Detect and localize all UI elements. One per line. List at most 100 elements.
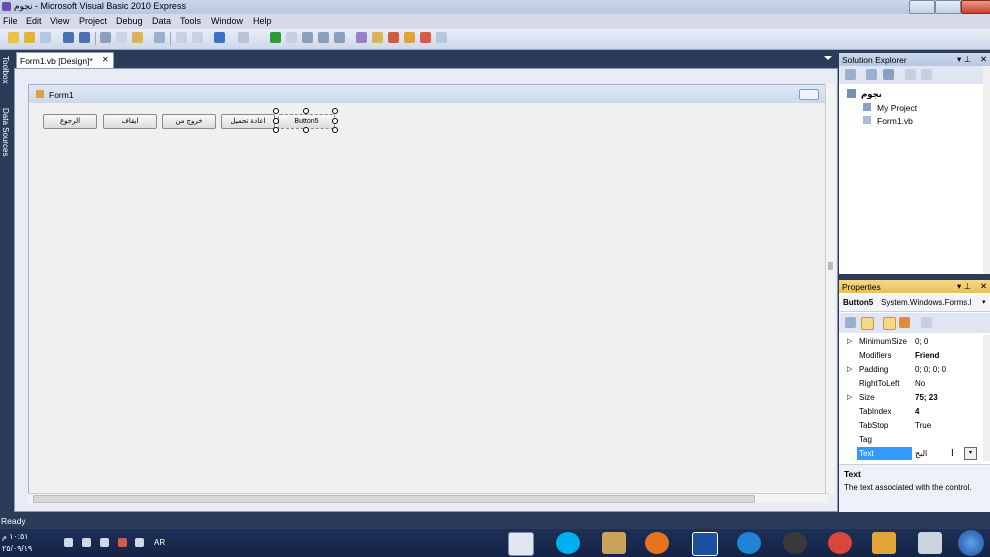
- property-row[interactable]: Modifiers Friend: [839, 349, 990, 363]
- expand-icon[interactable]: ▷: [847, 365, 852, 373]
- menu-file[interactable]: File: [3, 16, 18, 26]
- project-name[interactable]: نجوم: [861, 89, 882, 100]
- expand-icon[interactable]: ▷: [847, 393, 852, 401]
- comment-icon[interactable]: [176, 32, 187, 43]
- tray-icon[interactable]: [82, 538, 91, 547]
- property-row[interactable]: ▷ MinimumSize 0; 0: [839, 335, 990, 349]
- object-selector[interactable]: Button5 System.Windows.Forms.I ▾: [839, 295, 990, 312]
- events-icon[interactable]: [899, 317, 910, 328]
- resize-handle[interactable]: [303, 108, 309, 114]
- property-value[interactable]: 0; 0: [915, 337, 928, 346]
- resize-handle[interactable]: [273, 127, 279, 133]
- menu-view[interactable]: View: [50, 16, 69, 26]
- view-code-icon[interactable]: [905, 69, 916, 80]
- error-list-icon[interactable]: [420, 32, 431, 43]
- minimize-button[interactable]: [909, 0, 935, 14]
- add-item-icon[interactable]: [40, 32, 51, 43]
- property-pages-icon[interactable]: [921, 317, 932, 328]
- property-row[interactable]: TabStop True: [839, 419, 990, 433]
- object-browser-icon[interactable]: [404, 32, 415, 43]
- tab-form1-design[interactable]: Form1.vb [Design]* ✕: [16, 52, 114, 68]
- media-player-icon[interactable]: [872, 532, 896, 554]
- output-icon[interactable]: [436, 32, 447, 43]
- redo-icon[interactable]: [238, 32, 249, 43]
- chevron-down-icon[interactable]: ▾: [982, 298, 986, 306]
- resize-handle[interactable]: [332, 108, 338, 114]
- show-all-files-icon[interactable]: [866, 69, 877, 80]
- tab-dropdown-icon[interactable]: [824, 56, 832, 60]
- property-value-input[interactable]: البح: [915, 449, 927, 458]
- data-sources-tab[interactable]: Data Sources: [1, 108, 10, 156]
- new-project-icon[interactable]: [8, 32, 19, 43]
- resize-handle[interactable]: [332, 118, 338, 124]
- find-icon[interactable]: [154, 32, 165, 43]
- properties-icon[interactable]: [845, 69, 856, 80]
- form-button-reload[interactable]: اعادة تحميل: [221, 114, 275, 129]
- property-row[interactable]: TabIndex 4: [839, 405, 990, 419]
- folder-icon[interactable]: [918, 532, 942, 554]
- resize-handle[interactable]: [273, 108, 279, 114]
- cut-icon[interactable]: [100, 32, 111, 43]
- visual-basic-taskbar-icon[interactable]: [508, 532, 534, 556]
- save-all-icon[interactable]: [79, 32, 90, 43]
- form1-window[interactable]: Form1: [28, 84, 827, 494]
- scroll-thumb[interactable]: [828, 262, 833, 270]
- menu-window[interactable]: Window: [211, 16, 243, 26]
- scroll-thumb[interactable]: [33, 495, 755, 503]
- step-out-icon[interactable]: [334, 32, 345, 43]
- pin-icon[interactable]: ▾ ⊥: [957, 54, 971, 65]
- language-indicator[interactable]: AR: [154, 538, 165, 547]
- property-value[interactable]: 75; 23: [915, 393, 938, 402]
- property-row[interactable]: RightToLeft No: [839, 377, 990, 391]
- copy-icon[interactable]: [116, 32, 127, 43]
- menu-edit[interactable]: Edit: [26, 16, 42, 26]
- toolbox-icon[interactable]: [388, 32, 399, 43]
- close-tab-icon[interactable]: ✕: [102, 55, 109, 64]
- menu-help[interactable]: Help: [253, 16, 272, 26]
- solution-explorer-scrollbar[interactable]: [983, 66, 990, 274]
- property-value[interactable]: 4: [915, 407, 919, 416]
- refresh-icon[interactable]: [883, 69, 894, 80]
- close-panel-icon[interactable]: ✕: [980, 281, 987, 292]
- property-value[interactable]: 0; 0; 0; 0: [915, 365, 946, 374]
- resize-handle[interactable]: [273, 118, 279, 124]
- steam-icon[interactable]: [783, 532, 807, 554]
- network-icon[interactable]: [100, 538, 109, 547]
- menu-tools[interactable]: Tools: [180, 16, 201, 26]
- form-button-exit[interactable]: خروج من: [162, 114, 216, 129]
- undo-icon[interactable]: [214, 32, 225, 43]
- pause-icon[interactable]: [286, 32, 297, 43]
- menu-debug[interactable]: Debug: [116, 16, 143, 26]
- properties-scrollbar[interactable]: [983, 335, 990, 461]
- designer-horizontal-scrollbar[interactable]: [28, 493, 828, 503]
- step-over-icon[interactable]: [318, 32, 329, 43]
- solution-explorer-icon[interactable]: [356, 32, 367, 43]
- categorized-icon[interactable]: [845, 317, 856, 328]
- property-value[interactable]: Friend: [915, 351, 939, 360]
- form1-vb-item[interactable]: Form1.vb: [877, 116, 913, 126]
- open-icon[interactable]: [24, 32, 35, 43]
- app-icon[interactable]: [692, 532, 718, 556]
- skype-icon[interactable]: [556, 532, 580, 554]
- toolbox-tab[interactable]: Toolbox: [1, 56, 10, 84]
- designer-vertical-scrollbar[interactable]: [825, 84, 835, 494]
- start-button[interactable]: [958, 530, 984, 556]
- form-button-stop[interactable]: ايقاف: [103, 114, 157, 129]
- property-value[interactable]: True: [915, 421, 931, 430]
- view-designer-icon[interactable]: [921, 69, 932, 80]
- start-debug-icon[interactable]: [270, 32, 281, 43]
- resize-handle[interactable]: [332, 127, 338, 133]
- pin-icon[interactable]: ▾ ⊥: [957, 281, 971, 292]
- property-row[interactable]: Tag: [839, 433, 990, 447]
- menu-data[interactable]: Data: [152, 16, 171, 26]
- firefox-icon[interactable]: [645, 532, 669, 554]
- my-project-item[interactable]: My Project: [877, 103, 917, 113]
- property-row[interactable]: ▷ Padding 0; 0; 0; 0: [839, 363, 990, 377]
- save-icon[interactable]: [63, 32, 74, 43]
- property-row[interactable]: ▷ Size 75; 23: [839, 391, 990, 405]
- action-center-icon[interactable]: [118, 538, 127, 547]
- clock-date[interactable]: ٢٥/٠٩/١٩: [2, 544, 32, 553]
- property-row-selected[interactable]: Text البح I ▾: [839, 447, 990, 461]
- clock-time[interactable]: ١٠:٥١ م: [2, 532, 29, 541]
- menu-project[interactable]: Project: [79, 16, 107, 26]
